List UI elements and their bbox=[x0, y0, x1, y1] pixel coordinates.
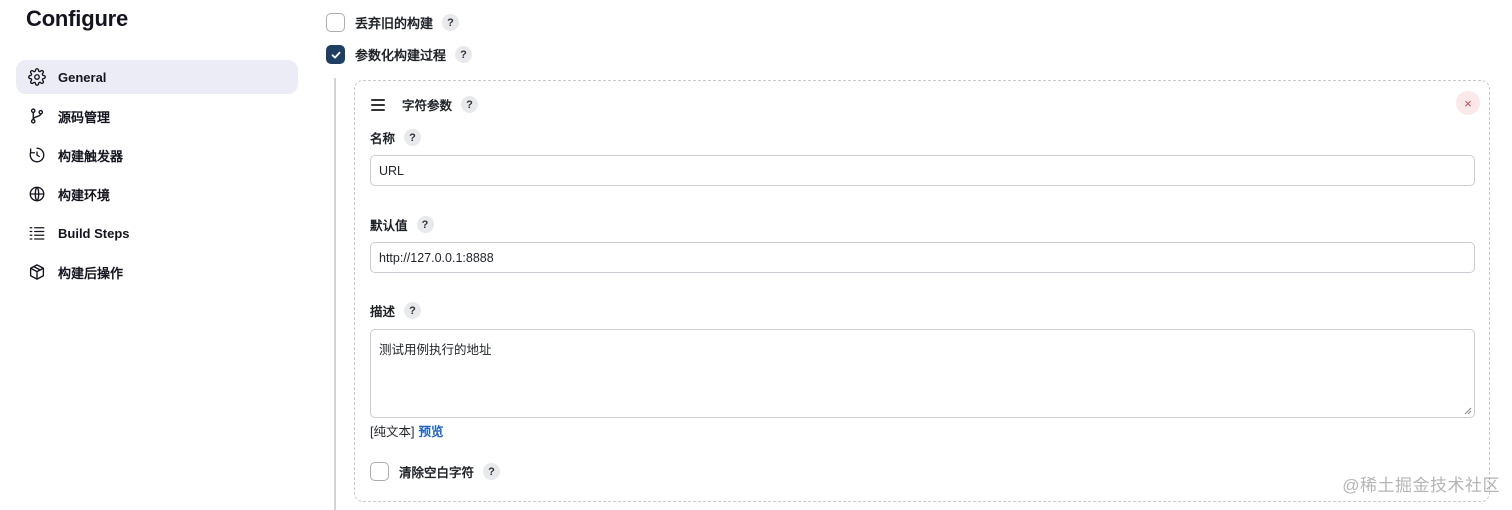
sidebar-item-label: Build Steps bbox=[58, 225, 130, 241]
default-field-label-row: 默认值 ? bbox=[370, 215, 434, 234]
trim-option: 清除空白字符 ? bbox=[370, 462, 501, 481]
description-text: 测试用例执行的地址 bbox=[379, 343, 492, 357]
globe-icon bbox=[28, 185, 46, 203]
sidebar-item-source[interactable]: 源码管理 bbox=[16, 99, 298, 133]
list-icon bbox=[28, 224, 46, 242]
description-textarea[interactable]: 测试用例执行的地址 bbox=[370, 329, 1475, 418]
help-icon[interactable]: ? bbox=[404, 302, 422, 319]
resize-grip-icon[interactable] bbox=[1464, 407, 1472, 415]
sidebar-item-build-steps[interactable]: Build Steps bbox=[16, 216, 298, 250]
name-input[interactable]: URL bbox=[370, 155, 1475, 186]
format-type-text: [纯文本] bbox=[370, 425, 415, 439]
description-label: 描述 bbox=[370, 305, 396, 319]
branch-icon bbox=[28, 107, 46, 125]
help-icon[interactable]: ? bbox=[483, 463, 501, 480]
clock-icon bbox=[28, 146, 46, 164]
trim-checkbox[interactable] bbox=[370, 462, 389, 481]
check-icon bbox=[331, 51, 340, 58]
sidebar-item-environment[interactable]: 构建环境 bbox=[16, 177, 298, 211]
page-title: Configure bbox=[26, 6, 129, 31]
remove-parameter-button[interactable]: × bbox=[1456, 91, 1480, 115]
default-value-input[interactable]: http://127.0.0.1:8888 bbox=[370, 242, 1475, 273]
sidebar-item-post-build[interactable]: 构建后操作 bbox=[16, 255, 298, 289]
discard-old-builds-checkbox[interactable] bbox=[326, 13, 345, 32]
sidebar-item-label: 构建触发器 bbox=[58, 148, 124, 164]
configure-page: Configure General 源码管理 构建触发器 构建环境 Build … bbox=[0, 0, 1512, 510]
trim-label: 清除空白字符 bbox=[399, 466, 475, 480]
help-icon[interactable]: ? bbox=[442, 14, 460, 31]
package-icon bbox=[28, 263, 46, 281]
sidebar-nav: General 源码管理 构建触发器 构建环境 Build Steps 构建后操… bbox=[16, 60, 298, 294]
help-icon[interactable]: ? bbox=[416, 216, 434, 233]
parameterized-label: 参数化构建过程 bbox=[355, 48, 447, 63]
preview-link[interactable]: 预览 bbox=[418, 425, 443, 439]
sidebar-item-triggers[interactable]: 构建触发器 bbox=[16, 138, 298, 172]
parameterized-checkbox[interactable] bbox=[326, 45, 345, 64]
string-parameter-card: 字符参数 ? × 名称 ? URL 默认值 ? http://127.0.0.1… bbox=[354, 80, 1490, 502]
help-icon[interactable]: ? bbox=[461, 96, 479, 113]
sidebar-item-general[interactable]: General bbox=[16, 60, 298, 94]
help-icon[interactable]: ? bbox=[455, 46, 473, 63]
format-info: [纯文本] 预览 bbox=[370, 421, 443, 440]
sidebar-item-label: General bbox=[58, 69, 107, 85]
sidebar-item-label: 构建环境 bbox=[58, 187, 111, 203]
default-value-label: 默认值 bbox=[370, 219, 408, 233]
name-label: 名称 bbox=[370, 132, 396, 146]
sidebar-item-label: 构建后操作 bbox=[58, 265, 124, 281]
parameter-header: 字符参数 ? bbox=[371, 95, 479, 114]
section-divider bbox=[334, 78, 336, 510]
discard-old-builds-label: 丢弃旧的构建 bbox=[355, 16, 434, 31]
gear-icon bbox=[28, 68, 46, 86]
sidebar-item-label: 源码管理 bbox=[58, 109, 111, 125]
help-icon[interactable]: ? bbox=[404, 129, 422, 146]
parameterized-option: 参数化构建过程 ? bbox=[326, 45, 473, 64]
discard-old-builds-option: 丢弃旧的构建 ? bbox=[326, 13, 460, 32]
description-label-row: 描述 ? bbox=[370, 301, 422, 320]
parameter-type-label: 字符参数 bbox=[402, 99, 453, 113]
drag-handle-icon[interactable] bbox=[371, 98, 385, 112]
name-field-label-row: 名称 ? bbox=[370, 128, 422, 147]
watermark: @稀土掘金技术社区 bbox=[1342, 476, 1500, 495]
